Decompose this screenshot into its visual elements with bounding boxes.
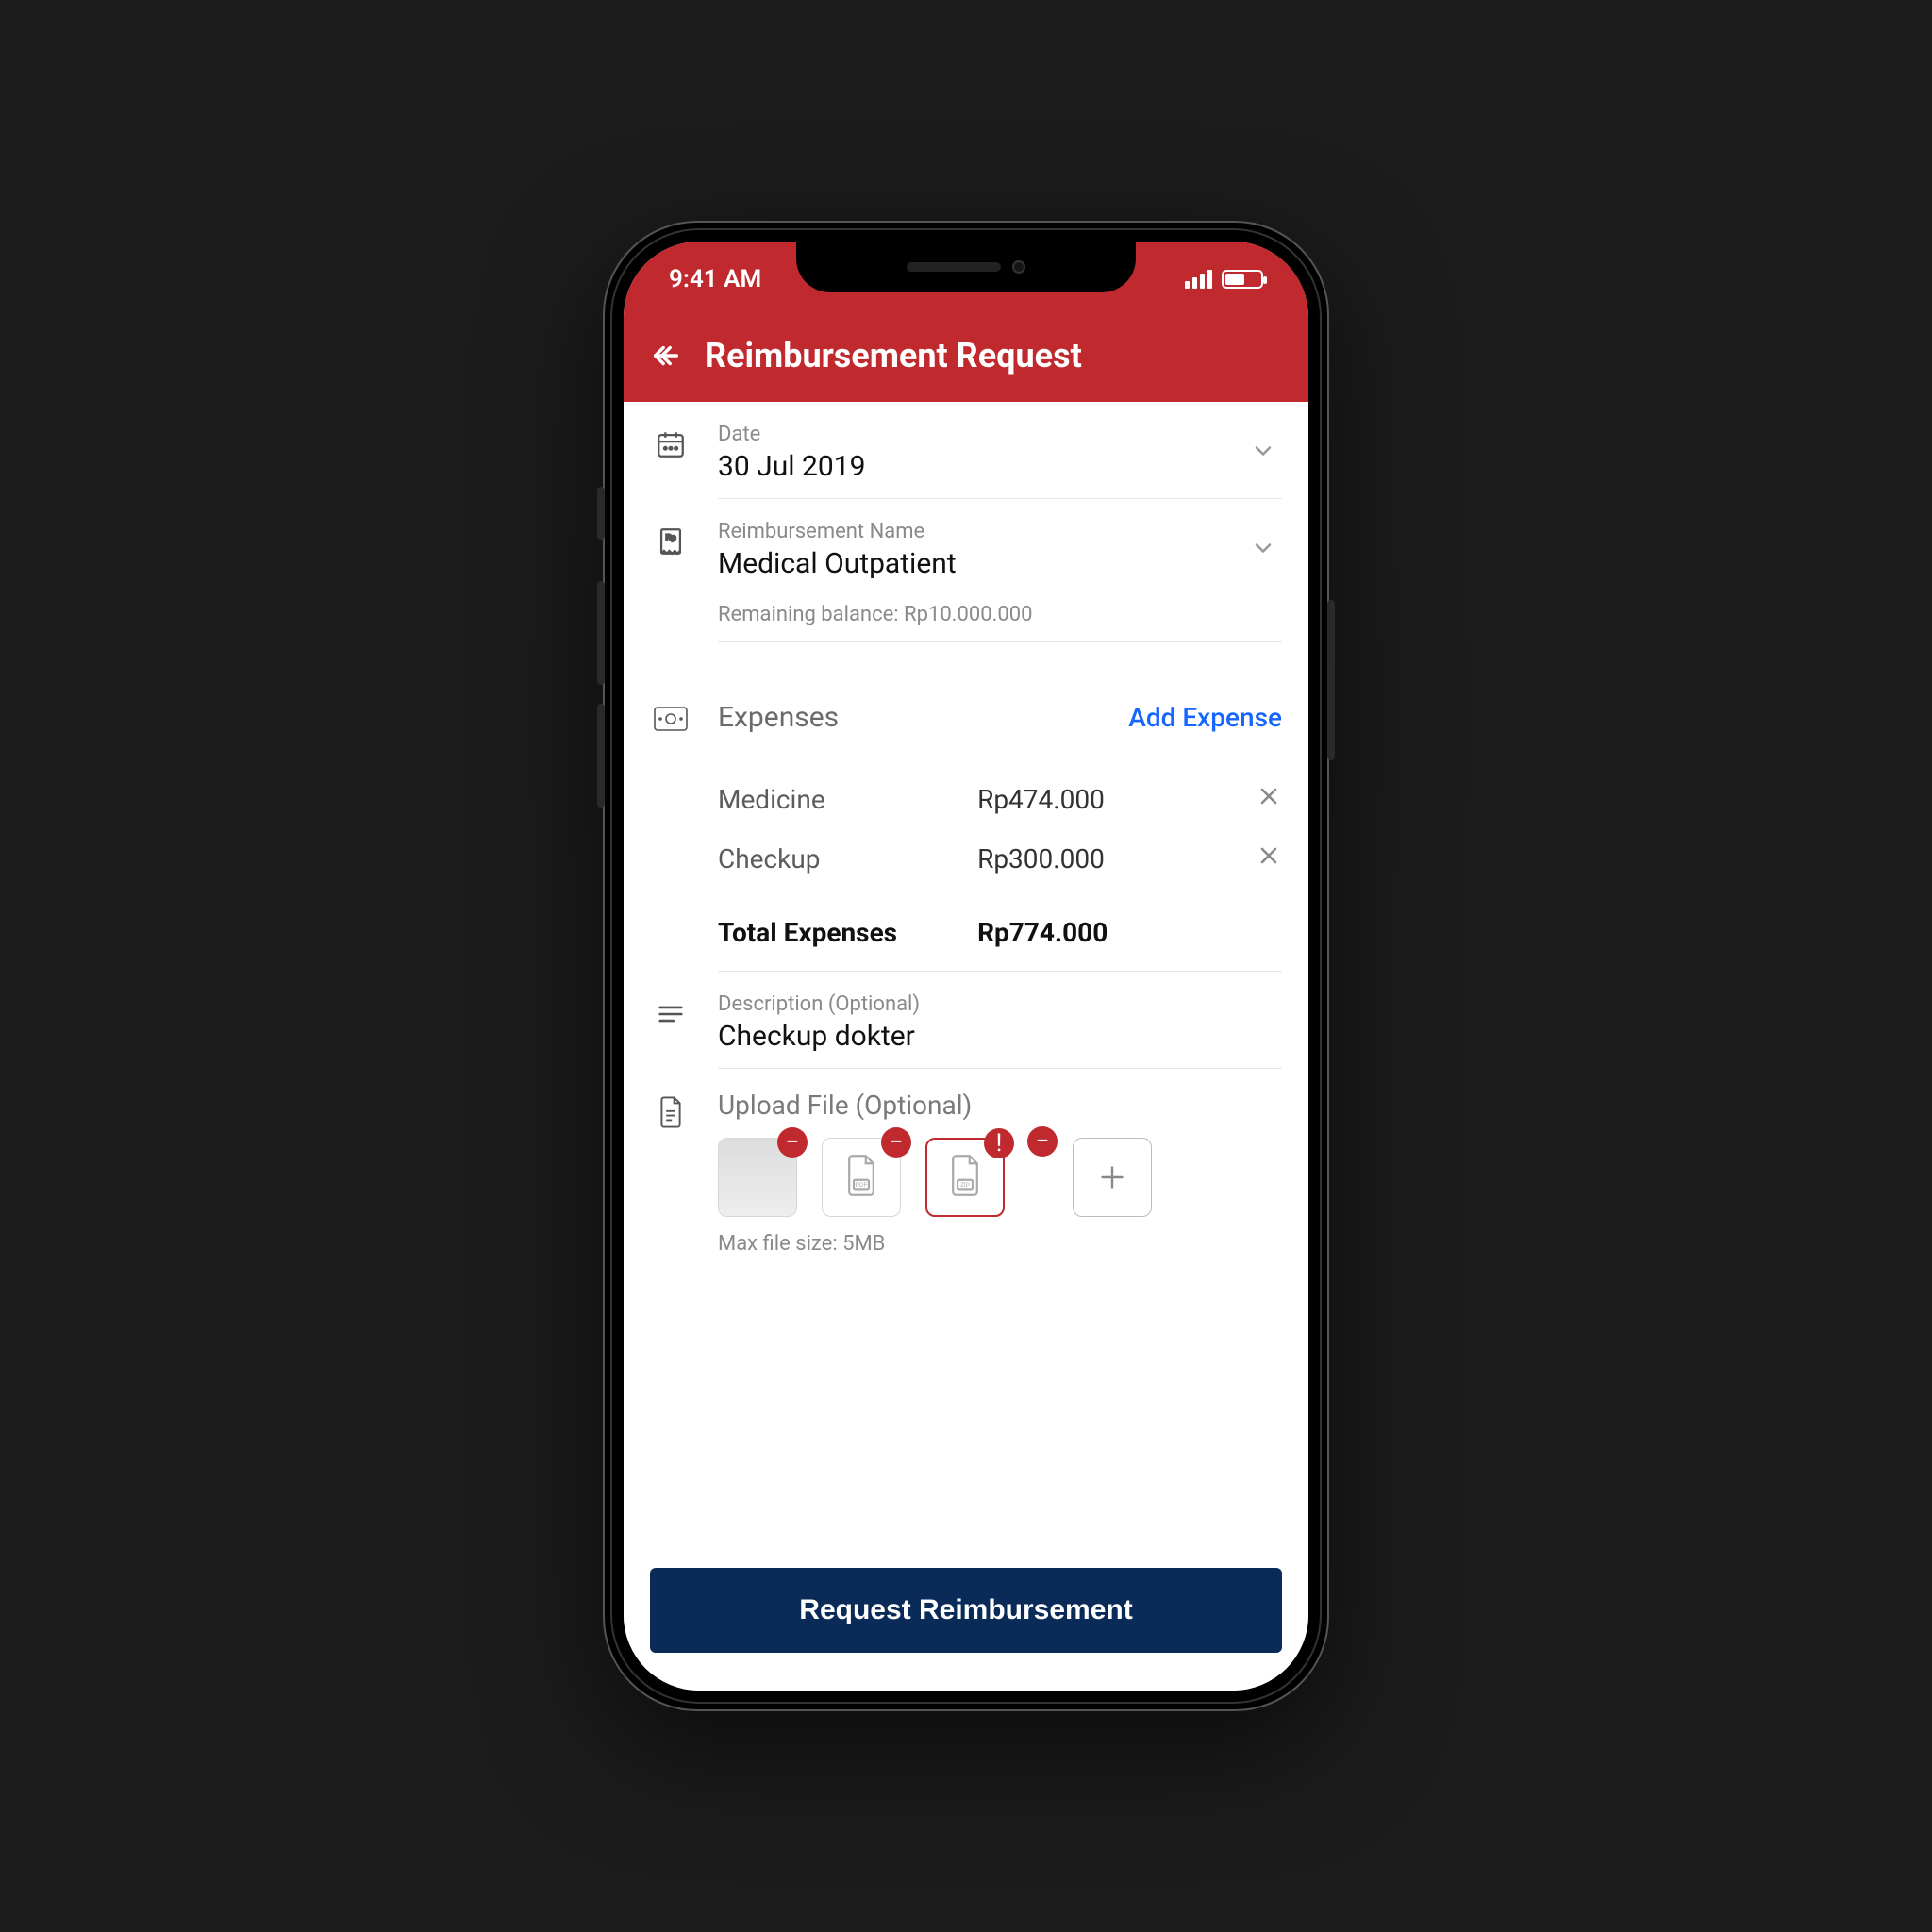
- expenses-title: Expenses: [718, 701, 1128, 734]
- zip-icon: ZIP: [946, 1153, 984, 1202]
- remove-expense-button[interactable]: [1256, 783, 1282, 816]
- screen: 9:41 AM Reimbursement Request: [624, 242, 1308, 1690]
- date-label: Date: [718, 423, 1244, 446]
- notch: [796, 242, 1136, 292]
- phone-frame: 9:41 AM Reimbursement Request: [603, 221, 1329, 1711]
- signal-icon: [1185, 270, 1212, 289]
- upload-tile-image[interactable]: −: [1029, 1138, 1048, 1217]
- calendar-icon: [650, 423, 691, 460]
- expense-row: Medicine Rp474.000: [718, 783, 1282, 816]
- bottom-bar: Request Reimbursement: [624, 1545, 1308, 1690]
- description-label: Description (Optional): [718, 992, 1282, 1016]
- svg-text:Rp: Rp: [666, 533, 676, 542]
- app-bar: Reimbursement Request: [624, 317, 1308, 402]
- svg-text:PDF: PDF: [856, 1182, 868, 1189]
- name-value: Medical Outpatient: [718, 547, 1244, 580]
- remove-badge-icon[interactable]: −: [777, 1127, 808, 1158]
- content-area: Date 30 Jul 2019 Rp: [624, 402, 1308, 1545]
- expense-amount: Rp474.000: [977, 784, 1256, 815]
- battery-icon: [1222, 270, 1263, 289]
- volume-up: [597, 581, 605, 685]
- expense-name: Checkup: [718, 843, 977, 874]
- remove-badge-icon[interactable]: −: [1027, 1126, 1058, 1157]
- money-icon: [650, 701, 691, 731]
- upload-label: Upload File (Optional): [718, 1090, 1282, 1121]
- submit-button[interactable]: Request Reimbursement: [650, 1568, 1282, 1653]
- total-label: Total Expenses: [718, 917, 977, 948]
- description-value: Checkup dokter: [718, 1020, 1282, 1053]
- upload-section: Upload File (Optional) − PDF −: [624, 1069, 1308, 1256]
- upload-hint: Max file size: 5MB: [718, 1232, 1282, 1256]
- total-value: Rp774.000: [977, 917, 1108, 948]
- chevron-down-icon: [1244, 535, 1282, 565]
- add-expense-button[interactable]: Add Expense: [1128, 702, 1282, 733]
- file-icon: [650, 1090, 691, 1129]
- pdf-icon: PDF: [842, 1153, 880, 1202]
- expense-amount: Rp300.000: [977, 843, 1256, 874]
- name-row[interactable]: Rp Reimbursement Name Medical Outpatient…: [624, 499, 1308, 642]
- chevron-down-icon: [1244, 438, 1282, 468]
- expense-row: Checkup Rp300.000: [718, 842, 1282, 875]
- date-value: 30 Jul 2019: [718, 450, 1244, 483]
- error-badge-icon[interactable]: !: [984, 1128, 1014, 1158]
- upload-tile-pdf[interactable]: PDF −: [822, 1138, 901, 1217]
- volume-down: [597, 704, 605, 808]
- remove-badge-icon[interactable]: −: [881, 1127, 911, 1158]
- balance-hint: Remaining balance: Rp10.000.000: [718, 590, 1282, 626]
- page-title: Reimbursement Request: [705, 336, 1082, 375]
- upload-tile-image[interactable]: −: [718, 1138, 797, 1217]
- mute-switch: [597, 487, 605, 540]
- expense-name: Medicine: [718, 784, 977, 815]
- back-button[interactable]: [650, 340, 682, 372]
- name-label: Reimbursement Name: [718, 520, 1244, 543]
- remove-expense-button[interactable]: [1256, 842, 1282, 875]
- power-button: [1327, 600, 1335, 760]
- status-time: 9:41 AM: [669, 265, 761, 293]
- text-icon: [650, 992, 691, 1030]
- upload-tile-zip-error[interactable]: ZIP !: [925, 1138, 1005, 1217]
- svg-text:ZIP: ZIP: [960, 1182, 970, 1189]
- date-row[interactable]: Date 30 Jul 2019: [624, 402, 1308, 499]
- expenses-section: Expenses Add Expense Medicine Rp474.000: [624, 680, 1308, 972]
- add-file-button[interactable]: [1073, 1138, 1152, 1217]
- receipt-icon: Rp: [650, 520, 691, 558]
- description-row[interactable]: Description (Optional) Checkup dokter: [624, 972, 1308, 1069]
- total-row: Total Expenses Rp774.000: [718, 902, 1282, 948]
